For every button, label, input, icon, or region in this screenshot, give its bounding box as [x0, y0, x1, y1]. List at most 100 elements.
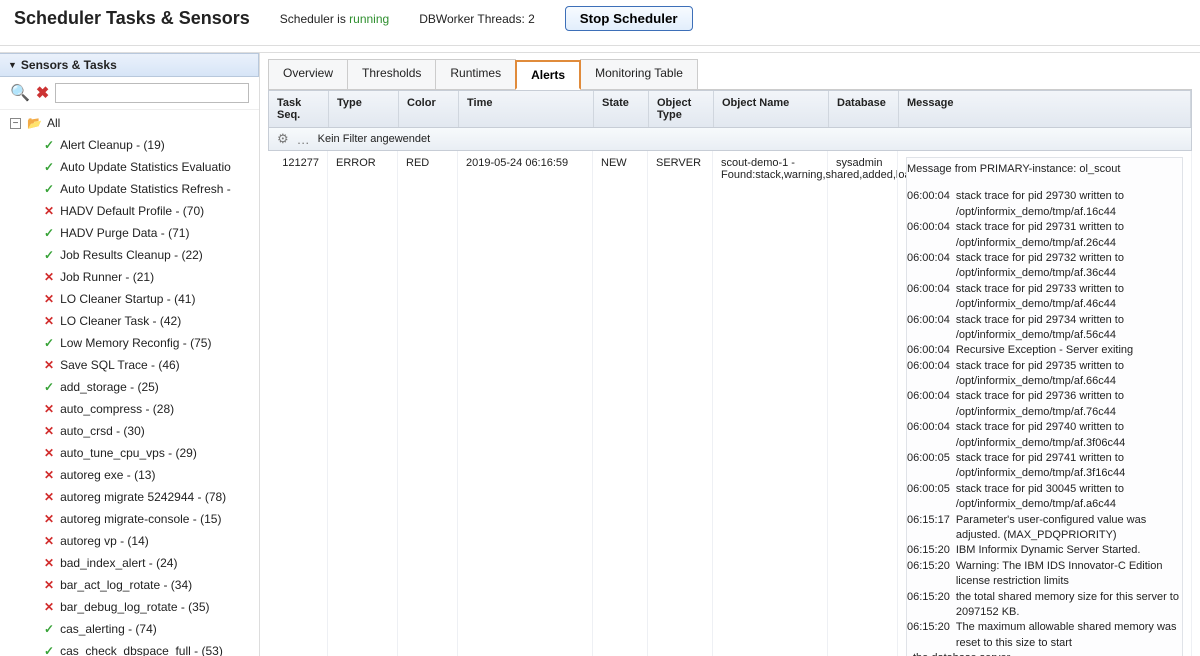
content: OverviewThresholdsRuntimesAlertsMonitori…	[260, 53, 1200, 656]
col-db[interactable]: Database	[829, 91, 899, 127]
sidebar-item[interactable]: ✓ Auto Update Statistics Evaluatio	[10, 156, 259, 178]
col-oname[interactable]: Object Name	[714, 91, 829, 127]
sidebar-item-label: auto_compress - (28)	[60, 400, 174, 418]
filter-gear-icon[interactable]: ⚙	[277, 131, 289, 147]
sidebar-header[interactable]: ▼ Sensors & Tasks	[0, 53, 259, 77]
sidebar-item-label: auto_tune_cpu_vps - (29)	[60, 444, 197, 462]
clear-search-icon[interactable]: ✖	[36, 83, 49, 103]
sidebar-item[interactable]: ✕ LO Cleaner Task - (42)	[10, 310, 259, 332]
x-icon: ✕	[44, 290, 54, 308]
sidebar-item-label: Save SQL Trace - (46)	[60, 356, 180, 374]
tree-all-label: All	[47, 116, 60, 130]
sidebar-item[interactable]: ✓ cas_check_dbspace_full - (53)	[10, 640, 259, 656]
col-seq[interactable]: Task Seq.	[269, 91, 329, 127]
sidebar-item-label: add_storage - (25)	[60, 378, 159, 396]
filter-text: Kein Filter angewendet	[318, 133, 431, 145]
sidebar-item[interactable]: ✓HADV Purge Data - (71)	[10, 222, 259, 244]
collapse-icon: ▼	[8, 60, 17, 70]
alert-row[interactable]: 121277ERRORRED2019-05-24 06:16:59NEWSERV…	[268, 151, 1192, 656]
sidebar-title: Sensors & Tasks	[21, 58, 117, 72]
collapse-all-icon[interactable]: −	[10, 118, 21, 129]
checkmark-icon: ✓	[44, 136, 54, 154]
sidebar-item[interactable]: ✕ Job Runner - (21)	[10, 266, 259, 288]
sidebar-item[interactable]: ✕autoreg exe - (13)	[10, 464, 259, 486]
search-icon[interactable]: 🔍	[10, 83, 30, 103]
x-icon: ✕	[44, 510, 54, 528]
sidebar-item[interactable]: ✕auto_compress - (28)	[10, 398, 259, 420]
checkmark-icon: ✓	[44, 246, 54, 264]
x-icon: ✕	[44, 488, 54, 506]
sidebar-item-label: LO Cleaner Startup - (41)	[60, 290, 195, 308]
sidebar-item[interactable]: ✕ bad_index_alert - (24)	[10, 552, 259, 574]
sidebar-item[interactable]: ✓ Alert Cleanup - (19)	[10, 134, 259, 156]
sidebar-item-label: Job Runner - (21)	[60, 268, 154, 286]
sidebar-item[interactable]: ✓Low Memory Reconfig - (75)	[10, 332, 259, 354]
x-icon: ✕	[44, 554, 54, 572]
tree-all-node[interactable]: − 📂 All	[10, 114, 259, 134]
filter-more-icon[interactable]: …	[297, 132, 310, 147]
tab-monitoring-table[interactable]: Monitoring Table	[580, 59, 698, 89]
checkmark-icon: ✓	[44, 620, 54, 638]
sidebar-item[interactable]: ✓Job Results Cleanup - (22)	[10, 244, 259, 266]
col-msg[interactable]: Message	[899, 91, 1191, 127]
tab-overview[interactable]: Overview	[268, 59, 348, 89]
stop-scheduler-button[interactable]: Stop Scheduler	[565, 6, 693, 31]
sidebar-tools: 🔍 ✖	[0, 77, 259, 110]
sidebar-item-label: Auto Update Statistics Evaluatio	[60, 158, 231, 176]
sidebar-item[interactable]: ✕autoreg migrate-console - (15)	[10, 508, 259, 530]
sidebar-item[interactable]: ✓ Auto Update Statistics Refresh -	[10, 178, 259, 200]
sidebar-item-label: auto_crsd - (30)	[60, 422, 145, 440]
col-otype[interactable]: Object Type	[649, 91, 714, 127]
tabs: OverviewThresholdsRuntimesAlertsMonitori…	[268, 59, 1192, 90]
sidebar-item-label: cas_alerting - (74)	[60, 620, 157, 638]
sidebar-item-label: bar_debug_log_rotate - (35)	[60, 598, 209, 616]
top-bar: Scheduler Tasks & Sensors Scheduler is r…	[0, 0, 1200, 46]
tab-alerts[interactable]: Alerts	[515, 60, 581, 90]
sidebar-item[interactable]: ✕HADV Default Profile - (70)	[10, 200, 259, 222]
sidebar-item[interactable]: ✕Save SQL Trace - (46)	[10, 354, 259, 376]
alert-rows[interactable]: 121277ERRORRED2019-05-24 06:16:59NEWSERV…	[268, 151, 1192, 656]
sidebar-item-label: bar_act_log_rotate - (34)	[60, 576, 192, 594]
scheduler-status-word: running	[349, 12, 389, 26]
sidebar-item[interactable]: ✓ add_storage - (25)	[10, 376, 259, 398]
sidebar-item[interactable]: ✕ auto_crsd - (30)	[10, 420, 259, 442]
sidebar-item[interactable]: ✕autoreg migrate 5242944 - (78)	[10, 486, 259, 508]
sidebar-item-label: Alert Cleanup - (19)	[60, 136, 165, 154]
sidebar-item-label: Auto Update Statistics Refresh -	[60, 180, 231, 198]
sidebar-item-label: autoreg exe - (13)	[60, 466, 155, 484]
checkmark-icon: ✓	[44, 180, 54, 198]
sidebar-item-label: autoreg vp - (14)	[60, 532, 149, 550]
x-icon: ✕	[44, 422, 54, 440]
sidebar-item-label: HADV Default Profile - (70)	[60, 202, 204, 220]
x-icon: ✕	[44, 532, 54, 550]
x-icon: ✕	[44, 312, 54, 330]
sidebar-item[interactable]: ✕ LO Cleaner Startup - (41)	[10, 288, 259, 310]
sidebar-item-label: LO Cleaner Task - (42)	[60, 312, 181, 330]
x-icon: ✕	[44, 444, 54, 462]
sidebar-item[interactable]: ✓ cas_alerting - (74)	[10, 618, 259, 640]
checkmark-icon: ✓	[44, 378, 54, 396]
grid-header: Task Seq. Type Color Time State Object T…	[268, 90, 1192, 128]
sidebar-item-label: bad_index_alert - (24)	[60, 554, 177, 572]
page-title: Scheduler Tasks & Sensors	[14, 8, 250, 29]
folder-icon: 📂	[27, 116, 41, 130]
tab-thresholds[interactable]: Thresholds	[347, 59, 436, 89]
search-input[interactable]	[55, 83, 249, 103]
col-color[interactable]: Color	[399, 91, 459, 127]
col-time[interactable]: Time	[459, 91, 594, 127]
checkmark-icon: ✓	[44, 642, 54, 656]
x-icon: ✕	[44, 576, 54, 594]
x-icon: ✕	[44, 268, 54, 286]
tab-runtimes[interactable]: Runtimes	[435, 59, 516, 89]
checkmark-icon: ✓	[44, 224, 54, 242]
sidebar-item[interactable]: ✕bar_debug_log_rotate - (35)	[10, 596, 259, 618]
sidebar-item-label: cas_check_dbspace_full - (53)	[60, 642, 223, 656]
sidebar-item[interactable]: ✕ autoreg vp - (14)	[10, 530, 259, 552]
col-type[interactable]: Type	[329, 91, 399, 127]
scheduler-status-label: Scheduler is running	[280, 12, 389, 26]
sidebar-item[interactable]: ✕ bar_act_log_rotate - (34)	[10, 574, 259, 596]
col-state[interactable]: State	[594, 91, 649, 127]
message-block: Message from PRIMARY-instance: ol_scout0…	[906, 157, 1183, 656]
sidebar-item[interactable]: ✕ auto_tune_cpu_vps - (29)	[10, 442, 259, 464]
checkmark-icon: ✓	[44, 158, 54, 176]
